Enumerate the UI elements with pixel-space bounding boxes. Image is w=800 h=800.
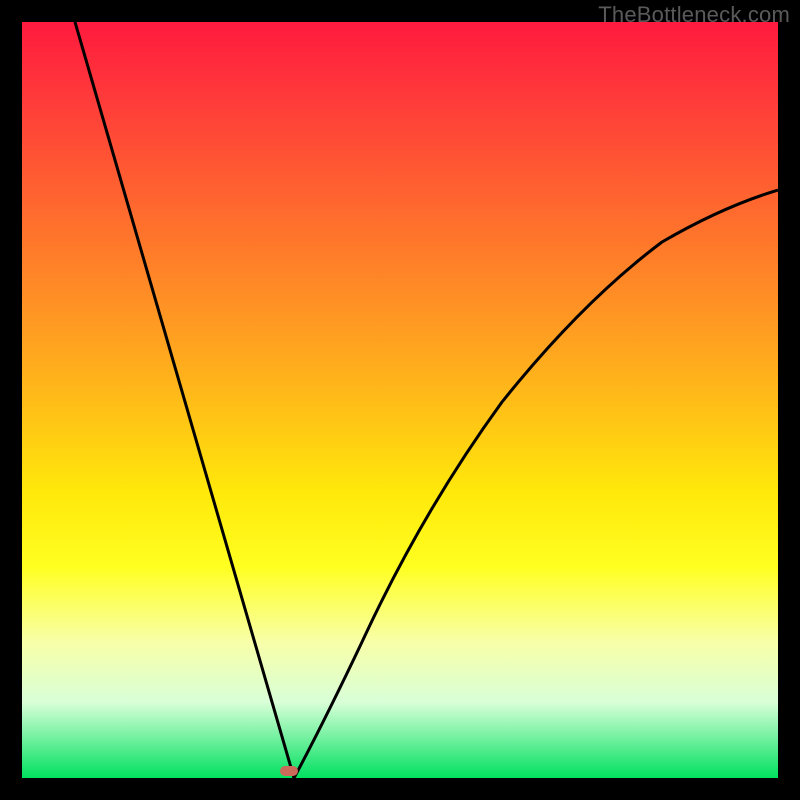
gradient-plot-area <box>22 22 778 778</box>
optimum-marker <box>280 766 298 776</box>
watermark-text: TheBottleneck.com <box>598 2 790 28</box>
